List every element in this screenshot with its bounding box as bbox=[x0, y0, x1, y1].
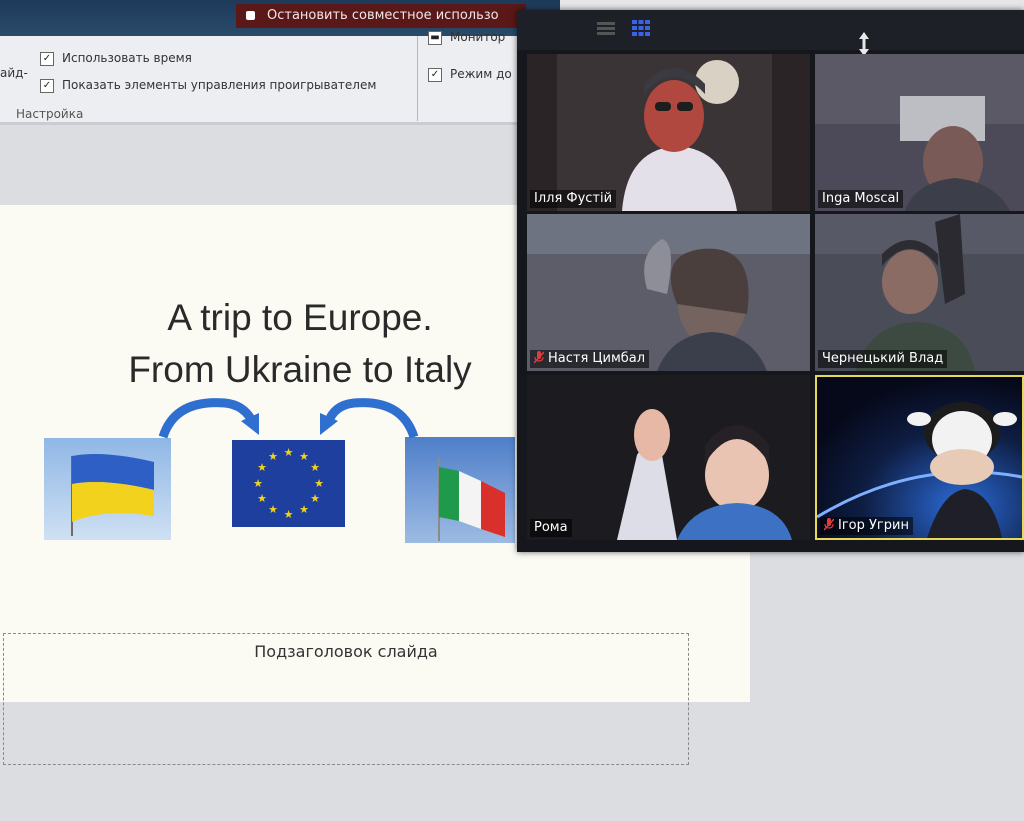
participant-video bbox=[527, 214, 810, 371]
participant-tile[interactable]: Рома bbox=[527, 375, 810, 540]
participant-tile[interactable]: Чернецький Влад bbox=[815, 214, 1024, 371]
subtitle-placeholder-text: Подзаголовок слайда bbox=[254, 642, 438, 661]
checkbox-checked-icon: ▬ bbox=[428, 30, 442, 45]
speaker-view-icon[interactable] bbox=[597, 22, 615, 36]
participant-name: Чернецький Влад bbox=[818, 350, 948, 368]
svg-text:★: ★ bbox=[268, 450, 278, 463]
svg-text:★: ★ bbox=[253, 477, 263, 490]
zoom-toolbar bbox=[517, 10, 1024, 56]
svg-text:★: ★ bbox=[314, 477, 324, 490]
checkbox-checked-icon: ✓ bbox=[40, 78, 54, 93]
mic-muted-icon bbox=[824, 518, 834, 531]
truncated-label: айд- bbox=[0, 66, 28, 80]
participant-name: Ілля Фустій bbox=[530, 190, 617, 208]
monitor-checkbox[interactable]: ▬ Монитор bbox=[428, 30, 505, 45]
participant-video bbox=[815, 54, 1024, 211]
slide-title-line2: From Ukraine to Italy bbox=[128, 349, 472, 390]
svg-text:★: ★ bbox=[257, 461, 267, 474]
subtitle-placeholder-box[interactable]: Подзаголовок слайда bbox=[3, 633, 689, 765]
participant-tile-active[interactable]: Ігор Угрин bbox=[815, 375, 1024, 540]
eu-flag-image[interactable]: ★ ★★ ★★★ ★★★ ★★★ bbox=[232, 440, 345, 527]
participant-tile[interactable]: Inga Moscal bbox=[815, 54, 1024, 211]
participant-video bbox=[527, 54, 810, 211]
arrow-left-icon bbox=[320, 398, 419, 439]
slide-title-line1: A trip to Europe. bbox=[167, 297, 433, 338]
svg-text:★: ★ bbox=[310, 461, 320, 474]
use-time-checkbox[interactable]: ✓ Использовать время bbox=[40, 51, 192, 66]
participant-tile[interactable]: Настя Цимбал bbox=[527, 214, 810, 371]
participant-video bbox=[527, 375, 810, 540]
checkbox-checked-icon: ✓ bbox=[428, 67, 442, 82]
participant-tile[interactable]: Ілля Фустій bbox=[527, 54, 810, 211]
checkbox-checked-icon: ✓ bbox=[40, 51, 54, 66]
italy-flag-image[interactable] bbox=[405, 437, 515, 543]
ribbon-separator bbox=[417, 36, 418, 121]
show-player-controls-checkbox[interactable]: ✓ Показать элементы управления проигрыват… bbox=[40, 78, 376, 93]
arrow-right-icon bbox=[158, 398, 259, 439]
svg-text:★: ★ bbox=[268, 503, 278, 516]
mic-muted-icon bbox=[534, 351, 544, 364]
svg-text:★: ★ bbox=[284, 508, 294, 521]
svg-text:★: ★ bbox=[310, 492, 320, 505]
svg-text:★: ★ bbox=[299, 503, 309, 516]
participant-name: Рома bbox=[530, 519, 572, 537]
stop-icon bbox=[246, 11, 255, 20]
ribbon-group-label: Настройка bbox=[16, 107, 84, 121]
svg-text:★: ★ bbox=[299, 450, 309, 463]
svg-text:★: ★ bbox=[257, 492, 267, 505]
mode-checkbox[interactable]: ✓ Режим до bbox=[428, 67, 512, 82]
participant-video bbox=[817, 377, 1022, 538]
gallery-view-icon[interactable] bbox=[632, 20, 650, 36]
stop-share-label: Остановить совместное использо bbox=[267, 8, 499, 23]
participant-name: Ігор Угрин bbox=[820, 517, 913, 535]
ukraine-flag-image[interactable] bbox=[44, 438, 171, 540]
stop-share-bar[interactable]: Остановить совместное использо bbox=[236, 4, 526, 28]
participant-video bbox=[815, 214, 1024, 371]
participant-name: Настя Цимбал bbox=[530, 350, 650, 368]
svg-text:★: ★ bbox=[284, 446, 294, 459]
participant-name: Inga Moscal bbox=[818, 190, 904, 208]
